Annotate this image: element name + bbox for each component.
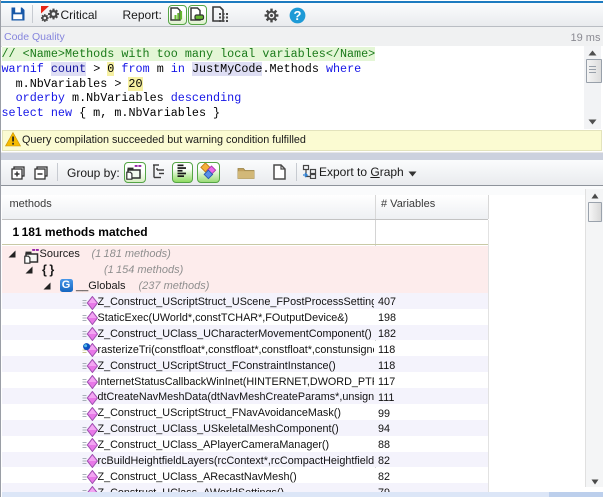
svg-text:?: ?	[294, 8, 302, 23]
